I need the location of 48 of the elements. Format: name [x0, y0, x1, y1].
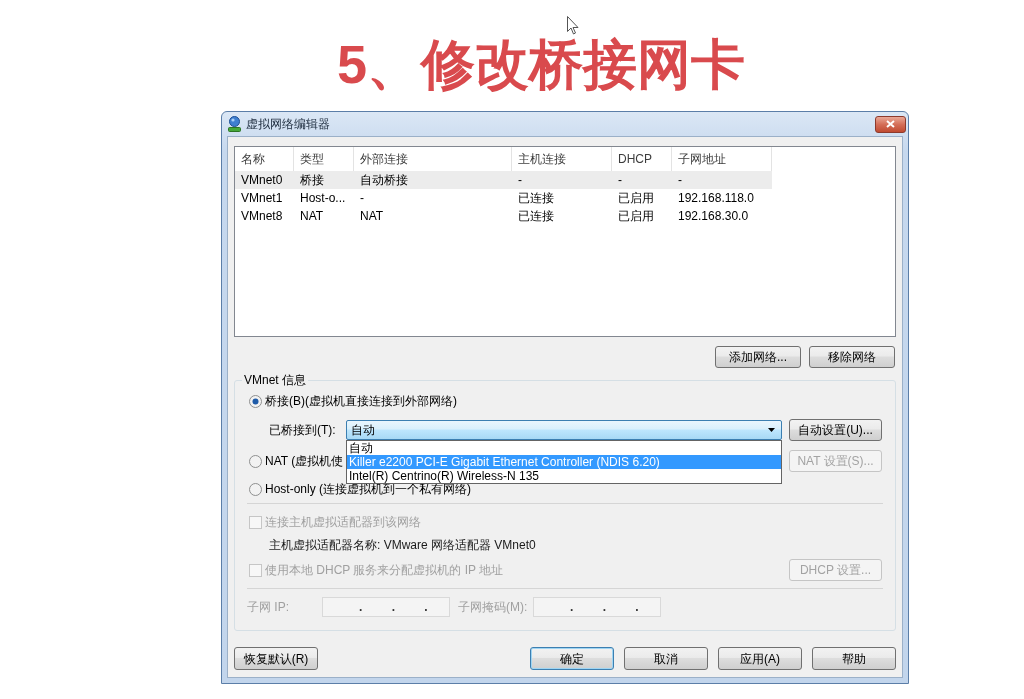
- table-cell-text: VMnet0: [240, 172, 284, 189]
- adapter-name-text: 主机虚拟适配器名称: VMware 网络适配器 VMnet0: [269, 537, 536, 554]
- dialog-button[interactable]: 帮助: [812, 647, 896, 670]
- table-cell-text: NAT: [299, 208, 325, 225]
- dialog-button[interactable]: 取消: [624, 647, 708, 670]
- radio-label: Host-only (连接虚拟机到一个私有网络): [265, 482, 471, 498]
- field-label: 子网掩码(M):: [458, 599, 529, 616]
- checkbox-label: 连接主机虚拟适配器到该网络: [265, 514, 421, 531]
- dropdown-field[interactable]: 自动: [346, 420, 782, 440]
- table-cell-text: 已启用: [617, 208, 655, 225]
- table-row[interactable]: VMnet0 桥接 自动桥接 - - -: [235, 171, 772, 189]
- radio-label: 桥接(B)(虚拟机直接连接到外部网络): [265, 393, 457, 410]
- radio-button[interactable]: [249, 482, 262, 496]
- table-cell-text: 已连接: [517, 190, 555, 207]
- table-cell-text: 192.168.30.0: [677, 208, 750, 225]
- dialog-button[interactable]: 应用(A): [718, 647, 802, 670]
- group-title: VMnet 信息: [243, 372, 307, 388]
- table-cell-text: Host-o...: [299, 190, 347, 207]
- table-cell-text: 自动桥接: [359, 172, 409, 189]
- restore-defaults-button[interactable]: 恢复默认(R): [234, 647, 318, 670]
- field-label: 已桥接到(T):: [269, 422, 337, 439]
- table-cell-text: VMnet8: [240, 208, 284, 225]
- table-cell-text: -: [359, 190, 365, 207]
- auto-settings-button[interactable]: 自动设置(U)...: [789, 419, 882, 441]
- table-cell-text: 已连接: [517, 208, 555, 225]
- globe-icon: [228, 116, 241, 132]
- table-cell-text: 192.168.118.0: [677, 190, 755, 207]
- radio-label: NAT (虚拟机使: [265, 453, 344, 470]
- table-cell-text: NAT: [359, 208, 385, 225]
- caret-icon: [768, 428, 775, 432]
- table-cell-text: -: [617, 172, 623, 189]
- window-title: 虚拟网络编辑器: [246, 116, 330, 133]
- table-cell-text: 桥接: [299, 172, 325, 189]
- field-label: 子网 IP:: [247, 599, 290, 616]
- slide-title: 5、修改桥接网卡: [336, 37, 745, 91]
- table-cell-text: -: [677, 172, 683, 189]
- close-button[interactable]: [875, 115, 906, 133]
- table-cell-text: 已启用: [617, 190, 655, 207]
- add-network-button[interactable]: 添加网络...: [715, 346, 801, 368]
- radio-button[interactable]: [249, 394, 262, 408]
- radio-button[interactable]: [249, 454, 262, 468]
- table-cell-text: -: [517, 172, 523, 189]
- mouse-cursor-icon: [567, 16, 579, 35]
- dialog-button[interactable]: 确定: [530, 647, 614, 670]
- close-icon: [886, 120, 895, 128]
- table-cell-text: VMnet1: [240, 190, 284, 207]
- remove-network-button[interactable]: 移除网络: [809, 346, 895, 368]
- checkbox-label: 使用本地 DHCP 服务来分配虚拟机的 IP 地址: [265, 562, 504, 579]
